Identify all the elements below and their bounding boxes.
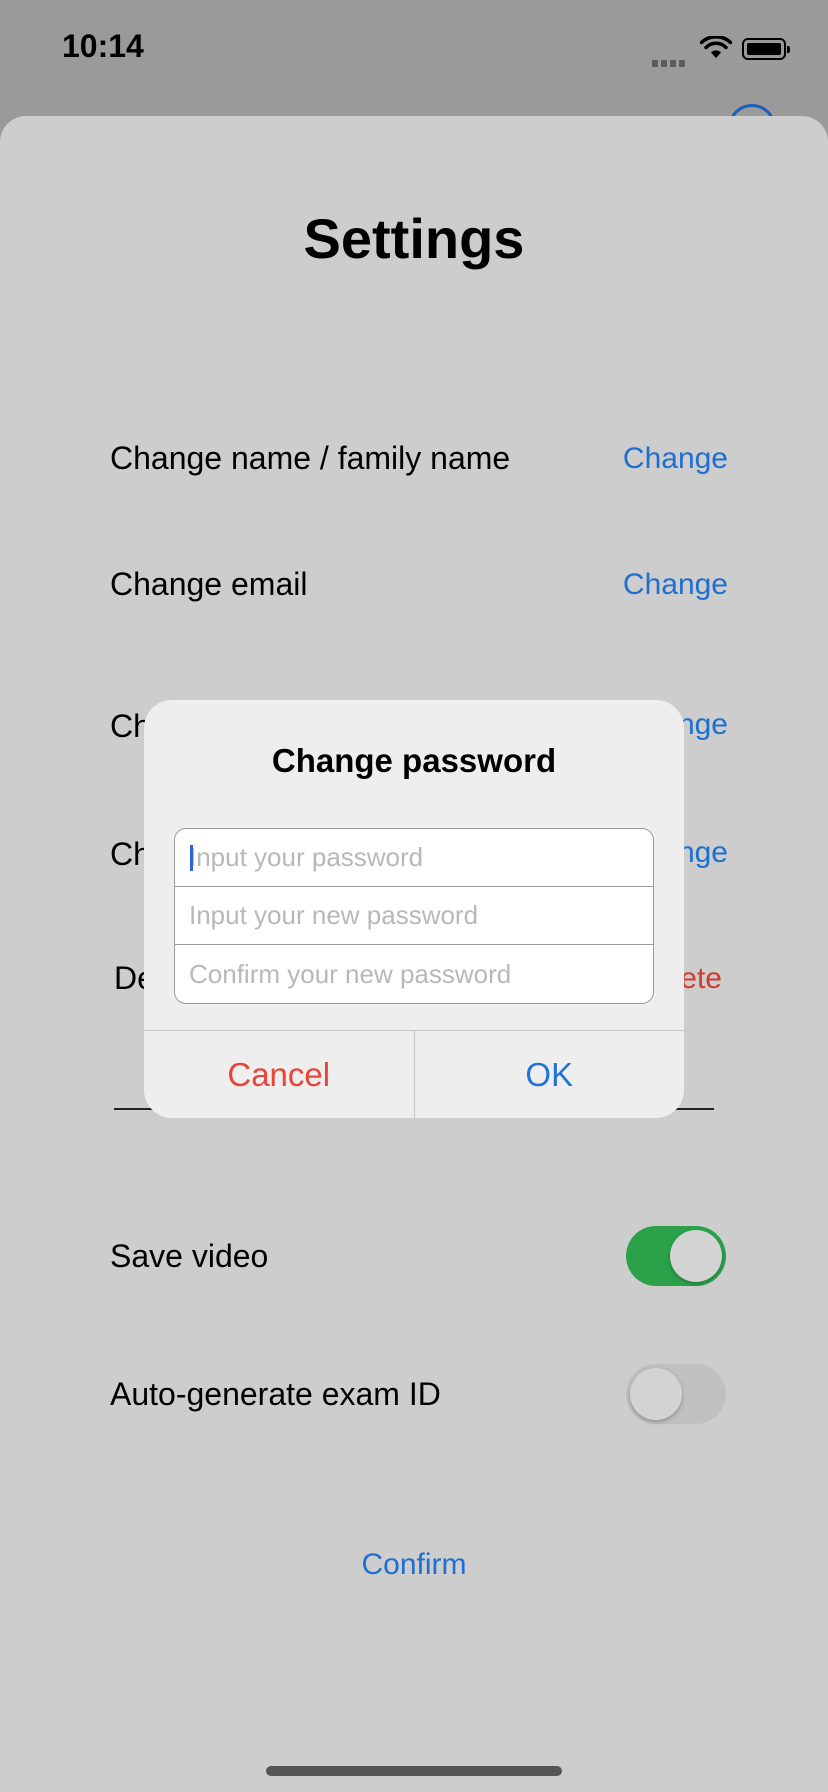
ok-button[interactable]: OK [415, 1031, 685, 1118]
current-password-input[interactable] [175, 829, 653, 886]
change-button-4[interactable]: nge [678, 836, 728, 870]
dialog-button-bar: Cancel OK [144, 1030, 684, 1118]
password-fields [174, 828, 654, 1004]
status-bar: 10:14 [0, 0, 828, 100]
battery-icon [742, 38, 790, 60]
home-indicator[interactable] [266, 1766, 562, 1776]
toggle-knob [630, 1368, 682, 1420]
delete-button[interactable]: ete [680, 962, 722, 996]
save-video-toggle[interactable] [626, 1226, 726, 1286]
new-password-input[interactable] [175, 887, 653, 944]
auto-generate-exam-id-label: Auto-generate exam ID [110, 1376, 441, 1412]
cancel-button[interactable]: Cancel [144, 1031, 415, 1118]
status-time: 10:14 [62, 28, 144, 64]
dialog-title: Change password [271, 742, 557, 779]
change-password-dialog: Change password Cancel OK [144, 700, 684, 1118]
auto-generate-exam-id-toggle[interactable] [626, 1364, 726, 1424]
text-cursor [190, 845, 193, 871]
current-password-field-row [175, 829, 653, 887]
toggle-knob [670, 1230, 722, 1282]
change-email-button[interactable]: Change [623, 568, 728, 602]
change-name-button[interactable]: Change [623, 442, 728, 476]
page-title: Settings [303, 207, 525, 270]
wifi-icon [699, 35, 733, 65]
new-password-field-row [175, 887, 653, 945]
cellular-signal-icon [652, 54, 688, 72]
confirm-new-password-input[interactable] [175, 945, 653, 1003]
change-button-3[interactable]: nge [678, 708, 728, 742]
row-label-change-name: Change name / family name [110, 440, 511, 476]
confirm-password-field-row [175, 945, 653, 1003]
save-video-label: Save video [110, 1238, 269, 1274]
row-label-change-email: Change email [110, 566, 308, 602]
confirm-button[interactable]: Confirm [0, 1548, 828, 1582]
